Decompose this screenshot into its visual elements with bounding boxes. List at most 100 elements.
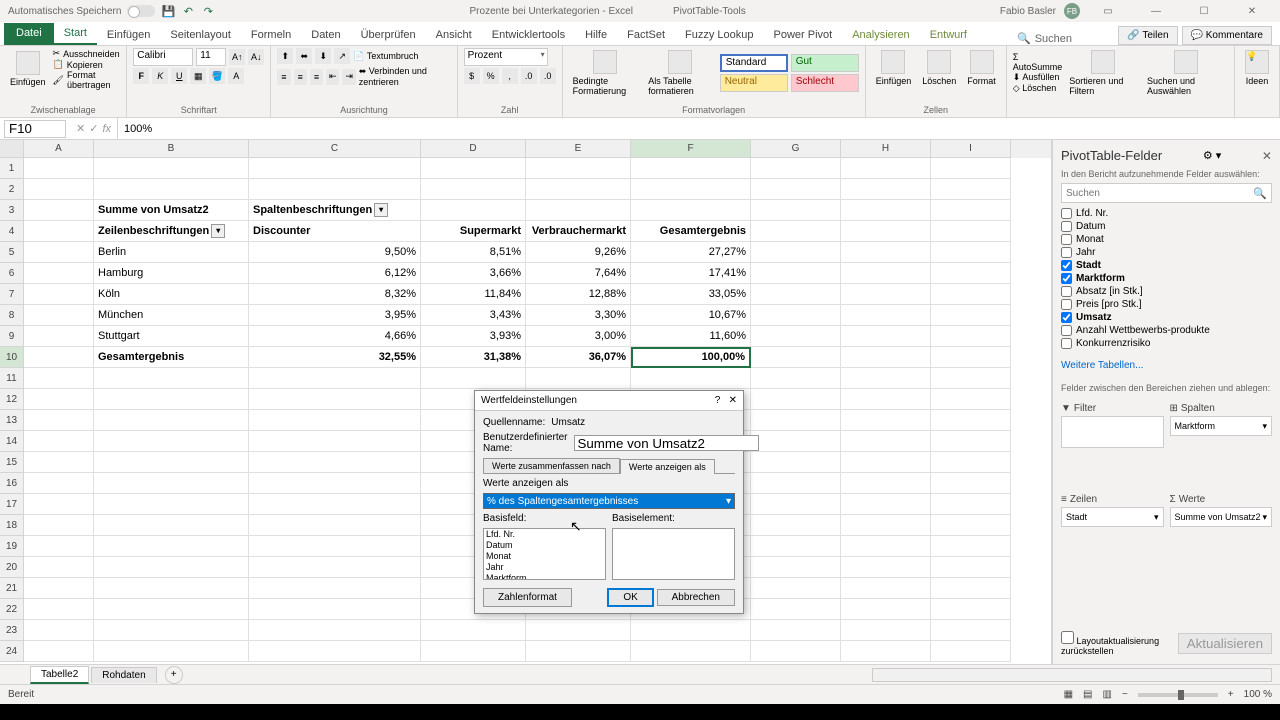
merge-button[interactable]: ⬌ Verbinden und zentrieren bbox=[359, 66, 451, 87]
view-break-icon[interactable]: ▥ bbox=[1103, 689, 1112, 700]
field-checkbox[interactable] bbox=[1061, 234, 1072, 245]
field-item[interactable]: Anzahl Wettbewerbs-produkte bbox=[1061, 324, 1272, 337]
row-header[interactable]: 20 bbox=[0, 557, 24, 578]
align-top-icon[interactable]: ⬆ bbox=[277, 48, 293, 64]
cell[interactable] bbox=[751, 599, 841, 620]
undo-icon[interactable]: ↶ bbox=[181, 4, 195, 18]
cell[interactable]: 17,41% bbox=[631, 263, 751, 284]
row-header[interactable]: 1 bbox=[0, 158, 24, 179]
cell[interactable] bbox=[931, 431, 1011, 452]
col-header[interactable]: A bbox=[24, 140, 94, 158]
cell[interactable] bbox=[94, 179, 249, 200]
cell[interactable] bbox=[931, 179, 1011, 200]
border-button[interactable]: ▦ bbox=[190, 68, 206, 84]
style-neutral[interactable]: Neutral bbox=[720, 74, 788, 92]
name-box[interactable] bbox=[4, 120, 66, 138]
cell[interactable] bbox=[841, 515, 931, 536]
search-tab[interactable]: 🔍 Suchen bbox=[1017, 32, 1072, 45]
cell[interactable] bbox=[631, 158, 751, 179]
columns-area[interactable]: Marktform▾ bbox=[1170, 416, 1273, 436]
cell[interactable] bbox=[751, 326, 841, 347]
col-header[interactable]: B bbox=[94, 140, 249, 158]
cell[interactable] bbox=[751, 158, 841, 179]
save-icon[interactable]: 💾 bbox=[161, 4, 175, 18]
cancel-button[interactable]: Abbrechen bbox=[657, 589, 735, 606]
underline-button[interactable]: U bbox=[171, 68, 187, 84]
cell[interactable] bbox=[931, 494, 1011, 515]
italic-button[interactable]: K bbox=[152, 68, 168, 84]
cell[interactable] bbox=[931, 389, 1011, 410]
row-header[interactable]: 21 bbox=[0, 578, 24, 599]
cell[interactable] bbox=[94, 515, 249, 536]
find-select-button[interactable]: Suchen und Auswählen bbox=[1143, 48, 1228, 98]
cell[interactable] bbox=[526, 641, 631, 662]
cell[interactable] bbox=[24, 284, 94, 305]
cell[interactable]: Hamburg bbox=[94, 263, 249, 284]
cell[interactable] bbox=[94, 620, 249, 641]
tab-fuzzy[interactable]: Fuzzy Lookup bbox=[675, 25, 763, 45]
dialog-tab-showas[interactable]: Werte anzeigen als bbox=[620, 459, 715, 474]
cell[interactable] bbox=[841, 368, 931, 389]
cell[interactable] bbox=[841, 179, 931, 200]
cell[interactable] bbox=[24, 200, 94, 221]
currency-icon[interactable]: $ bbox=[464, 68, 480, 84]
row-header[interactable]: 19 bbox=[0, 536, 24, 557]
format-as-table-button[interactable]: Als Tabelle formatieren bbox=[644, 48, 716, 98]
cell[interactable] bbox=[249, 599, 421, 620]
cell[interactable]: Gesamtergebnis bbox=[631, 221, 751, 242]
cell[interactable] bbox=[94, 431, 249, 452]
enter-formula-icon[interactable]: ✓ bbox=[89, 122, 98, 135]
sheet-tab[interactable]: Rohdaten bbox=[91, 667, 156, 683]
cell[interactable] bbox=[841, 242, 931, 263]
col-header[interactable]: I bbox=[931, 140, 1011, 158]
field-item[interactable]: Umsatz bbox=[1061, 311, 1272, 324]
number-format-button[interactable]: Zahlenformat bbox=[483, 588, 572, 607]
fill-button[interactable]: ⬇ Ausfüllen bbox=[1013, 72, 1063, 83]
close-icon[interactable]: ✕ bbox=[1232, 0, 1272, 22]
row-header[interactable]: 15 bbox=[0, 452, 24, 473]
cell[interactable] bbox=[24, 179, 94, 200]
field-pane-settings-icon[interactable]: ⚙ ▾ bbox=[1203, 149, 1221, 162]
column-filter-button[interactable]: ▾ bbox=[374, 203, 388, 217]
cell[interactable]: Spaltenbeschriftungen▾ bbox=[249, 200, 421, 221]
cell[interactable] bbox=[751, 452, 841, 473]
cell[interactable]: 3,95% bbox=[249, 305, 421, 326]
cell[interactable] bbox=[751, 620, 841, 641]
tab-einfuegen[interactable]: Einfügen bbox=[97, 25, 160, 45]
cell[interactable] bbox=[24, 263, 94, 284]
tab-ansicht[interactable]: Ansicht bbox=[426, 25, 482, 45]
cell[interactable] bbox=[841, 452, 931, 473]
cell[interactable]: 11,84% bbox=[421, 284, 526, 305]
align-middle-icon[interactable]: ⬌ bbox=[296, 48, 312, 64]
col-header[interactable]: C bbox=[249, 140, 421, 158]
col-header[interactable]: F bbox=[631, 140, 751, 158]
cell[interactable] bbox=[24, 515, 94, 536]
row-header[interactable]: 22 bbox=[0, 599, 24, 620]
cell[interactable] bbox=[24, 557, 94, 578]
cell[interactable] bbox=[751, 200, 841, 221]
zoom-out-icon[interactable]: − bbox=[1122, 689, 1128, 700]
tab-entwicklertools[interactable]: Entwicklertools bbox=[482, 25, 575, 45]
cell[interactable] bbox=[94, 578, 249, 599]
field-item[interactable]: Konkurrenzrisiko bbox=[1061, 337, 1272, 350]
comma-icon[interactable]: , bbox=[502, 68, 518, 84]
cell[interactable]: Berlin bbox=[94, 242, 249, 263]
row-header[interactable]: 8 bbox=[0, 305, 24, 326]
font-color-button[interactable]: A bbox=[228, 68, 244, 84]
row-header[interactable]: 5 bbox=[0, 242, 24, 263]
cell[interactable] bbox=[94, 536, 249, 557]
cell[interactable] bbox=[24, 536, 94, 557]
cell[interactable] bbox=[751, 284, 841, 305]
cell[interactable] bbox=[421, 641, 526, 662]
cell[interactable] bbox=[931, 557, 1011, 578]
row-header[interactable]: 17 bbox=[0, 494, 24, 515]
cell[interactable] bbox=[94, 158, 249, 179]
field-checkbox[interactable] bbox=[1061, 299, 1072, 310]
dialog-close-icon[interactable]: ✕ bbox=[729, 395, 737, 406]
show-values-as-combo[interactable]: % des Spaltengesamtergebnisses▾ bbox=[483, 493, 735, 509]
cell[interactable]: 3,43% bbox=[421, 305, 526, 326]
view-layout-icon[interactable]: ▤ bbox=[1083, 689, 1092, 700]
row-filter-button[interactable]: ▾ bbox=[211, 224, 225, 238]
font-size-combo[interactable]: 11 bbox=[196, 48, 226, 66]
cell[interactable] bbox=[841, 578, 931, 599]
